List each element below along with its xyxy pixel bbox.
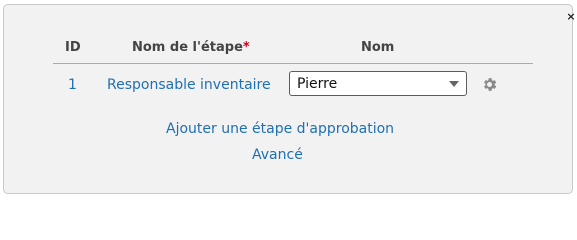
step-name-link[interactable]: Responsable inventaire [107,77,271,93]
column-header-step-name: Nom de l'étape* [132,40,250,55]
close-icon[interactable]: × [566,11,576,22]
approval-steps-panel: × ID Nom de l'étape* Nom 1 Responsable i… [3,4,576,194]
column-header-step-name-label: Nom de l'étape [132,40,243,55]
column-header-name: Nom [361,40,395,55]
add-approval-step-link[interactable]: Ajouter une étape d'approbation [166,121,394,137]
gear-icon[interactable] [481,76,498,93]
row-id: 1 [68,77,77,93]
advanced-link[interactable]: Avancé [252,147,303,163]
approver-select-value: Pierre [297,76,338,92]
column-header-id: ID [65,40,81,55]
required-marker: * [242,40,250,55]
chevron-down-icon [449,81,459,87]
approver-select[interactable]: Pierre [289,71,467,96]
header-divider [53,63,533,64]
